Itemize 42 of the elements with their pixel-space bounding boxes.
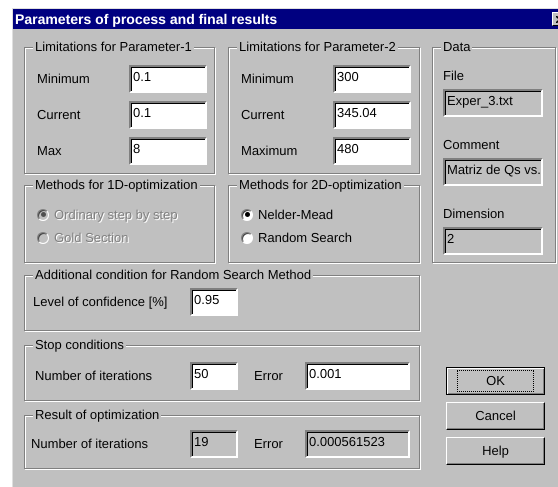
radio-button[interactable] [241,232,253,244]
input-field[interactable]: 0.001 [305,362,410,390]
group-title: Result of optimization [33,407,162,423]
group-title: Methods for 2D-optimization [237,177,404,193]
field-label: Error [254,367,284,386]
field-label: Max [37,142,63,160]
field-label: Maximum [241,142,298,160]
field-label: Error [254,435,284,454]
input-field[interactable]: 0.95 [190,288,238,316]
input-field[interactable]: 480 [333,137,411,165]
input-field: Exper_3.txt [443,89,543,117]
input-field[interactable]: 345.04 [333,101,411,129]
group-title: Methods for 1D-optimization [33,177,200,193]
dialog-button[interactable]: OK [446,367,545,395]
field-label: Minimum [37,70,91,88]
input-field: 0.000561523 [305,430,410,458]
input-field: 2 [443,227,543,255]
input-field[interactable]: 300 [333,65,411,93]
input-field[interactable]: 50 [190,362,238,390]
radio-option[interactable]: Nelder-Mead [241,206,352,223]
field-label: Minimum [241,70,295,88]
input-field[interactable]: 0.1 [129,101,207,129]
field-label: Level of confidence [%] [33,293,168,312]
field-label: Number of iterations [35,367,154,386]
input-field: Matriz de Qs vs. [443,158,543,186]
radio-option: Gold Section [37,229,178,246]
field-label: Current [37,106,82,124]
group-title: Stop conditions [33,337,126,353]
input-field[interactable]: 0.1 [129,65,207,93]
radio-option[interactable]: Random Search [241,229,352,246]
field-label: Number of iterations [31,435,150,454]
dialog-button[interactable]: Cancel [446,402,545,430]
field-label: Current [241,106,286,124]
radio-option: Ordinary step by step [37,206,178,223]
field-label: File [443,68,465,84]
window-title: Parameters of process and final results [15,10,278,29]
input-field[interactable]: 8 [129,137,207,165]
field-label: Comment [443,137,500,153]
input-field: 19 [190,430,238,458]
dialog-button[interactable]: Help [446,437,545,465]
field-label: Dimension [443,206,506,222]
radio-button[interactable] [241,208,253,220]
